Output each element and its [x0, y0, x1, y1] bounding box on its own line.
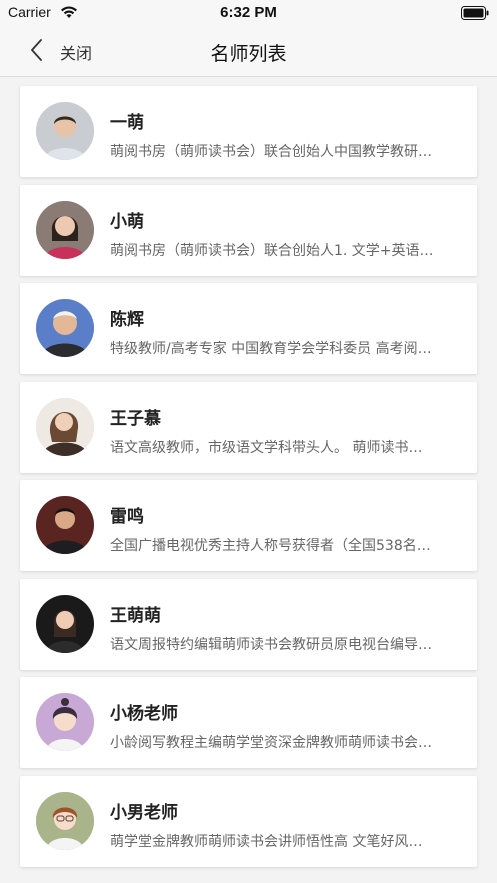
teacher-card[interactable]: 一萌 萌阅书房（萌师读书会）联合创始人中国教学教研…: [20, 86, 477, 177]
avatar: [36, 693, 94, 751]
teacher-name: 小男老师: [110, 802, 178, 823]
teacher-card[interactable]: 陈辉 特级教师/高考专家 中国教育学会学科委员 高考阅…: [20, 283, 477, 374]
avatar: [36, 791, 94, 850]
teacher-description: 萌学堂金牌教师萌师读书会讲师悟性高 文笔好风…: [110, 833, 423, 850]
battery-icon: [461, 5, 489, 24]
avatar: [36, 200, 94, 259]
teacher-name: 陈辉: [110, 310, 144, 330]
teacher-card[interactable]: 小杨老师 小龄阅写教程主编萌学堂资深金牌教师萌师读书会…: [20, 677, 477, 768]
page-title: 名师列表: [210, 43, 287, 65]
teacher-description: 萌阅书房（萌师读书会）联合创始人中国教学教研…: [110, 144, 432, 160]
teacher-description: 语文高级教师，市级语文学科带头人。 萌师读书…: [110, 439, 423, 456]
teacher-name: 小杨老师: [110, 704, 178, 724]
teacher-card[interactable]: 雷鸣 全国广播电视优秀主持人称号获得者（全国538名…: [20, 480, 477, 571]
teacher-card[interactable]: 王萌萌 语文周报特约编辑萌师读书会教研员原电视台编导…: [20, 578, 477, 670]
teacher-card[interactable]: 小萌 萌阅书房（萌师读书会）联合创始人1. 文学+英语…: [20, 184, 477, 276]
teacher-name: 雷鸣: [110, 507, 144, 527]
teacher-list: 一萌 萌阅书房（萌师读书会）联合创始人中国教学教研… 小萌 萌阅书房（萌师读书会…: [20, 86, 477, 874]
teacher-name: 王子慕: [110, 408, 161, 429]
teacher-name: 一萌: [110, 113, 144, 133]
teacher-card[interactable]: 小男老师 萌学堂金牌教师萌师读书会讲师悟性高 文笔好风…: [20, 775, 477, 867]
teacher-description: 萌阅书房（萌师读书会）联合创始人1. 文学+英语…: [110, 242, 434, 259]
teacher-description: 特级教师/高考专家 中国教育学会学科委员 高考阅…: [110, 341, 432, 357]
teacher-name: 小萌: [110, 211, 144, 232]
teacher-card[interactable]: 王子慕 语文高级教师，市级语文学科带头人。 萌师读书…: [20, 381, 477, 473]
teacher-description: 小龄阅写教程主编萌学堂资深金牌教师萌师读书会…: [110, 735, 432, 751]
clock: 6:32 PM: [220, 4, 277, 21]
teacher-name: 王萌萌: [110, 605, 161, 626]
avatar: [36, 594, 94, 653]
avatar: [36, 397, 94, 456]
nav-bar: 关闭 名师列表: [0, 26, 497, 77]
avatar: [36, 299, 94, 357]
avatar: [36, 496, 94, 554]
avatar: [36, 102, 94, 160]
teacher-description: 全国广播电视优秀主持人称号获得者（全国538名…: [110, 538, 431, 554]
status-bar: Carrier 6:32 PM: [0, 0, 497, 26]
teacher-description: 语文周报特约编辑萌师读书会教研员原电视台编导…: [110, 636, 432, 653]
